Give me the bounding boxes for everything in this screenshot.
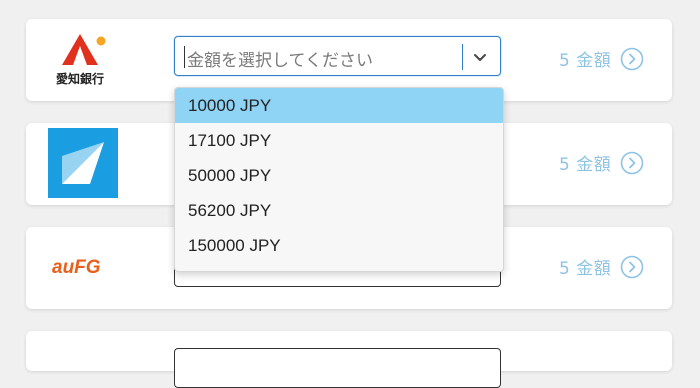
blue-bank-mark-icon (48, 128, 118, 198)
select-separator (462, 44, 463, 70)
amount-count-link[interactable]: 5 金額 (559, 46, 644, 71)
aichi-bank-logo: 愛知銀行 (50, 32, 116, 90)
amount-select[interactable] (174, 348, 501, 388)
amount-select-placeholder: 金額を選択してください (187, 51, 373, 71)
dropdown-option[interactable]: 10000 JPY (175, 88, 503, 123)
dropdown-option[interactable]: 50000 JPY (175, 158, 503, 193)
dropdown-option[interactable]: 56200 JPY (175, 193, 503, 228)
chevron-right-circle-icon[interactable] (620, 255, 644, 279)
text-caret (184, 46, 185, 68)
amount-count-label: 5 金額 (559, 259, 612, 279)
amount-count-label: 5 金額 (559, 51, 612, 71)
amount-count-link[interactable]: 5 金額 (559, 150, 644, 175)
amount-count-label: 5 金額 (559, 155, 612, 175)
amount-count-link[interactable]: 5 金額 (559, 254, 644, 279)
amount-dropdown-menu: 10000 JPY 17100 JPY 50000 JPY 56200 JPY … (174, 87, 504, 272)
bank-card-partial (26, 331, 672, 388)
blue-bank-logo (48, 128, 118, 198)
chevron-right-circle-icon[interactable] (620, 151, 644, 175)
amount-select[interactable]: 金額を選択してください (174, 36, 501, 76)
dropdown-option[interactable]: 17100 JPY (175, 123, 503, 158)
dropdown-option[interactable]: 150000 JPY (175, 228, 503, 263)
aichi-bank-mark-icon (62, 34, 106, 65)
chevron-right-circle-icon[interactable] (620, 47, 644, 71)
aufg-logo: auFG (52, 257, 122, 281)
aufg-logo-text: auFG (52, 257, 101, 278)
aichi-bank-name: 愛知銀行 (55, 72, 104, 86)
chevron-down-icon[interactable] (471, 48, 489, 66)
